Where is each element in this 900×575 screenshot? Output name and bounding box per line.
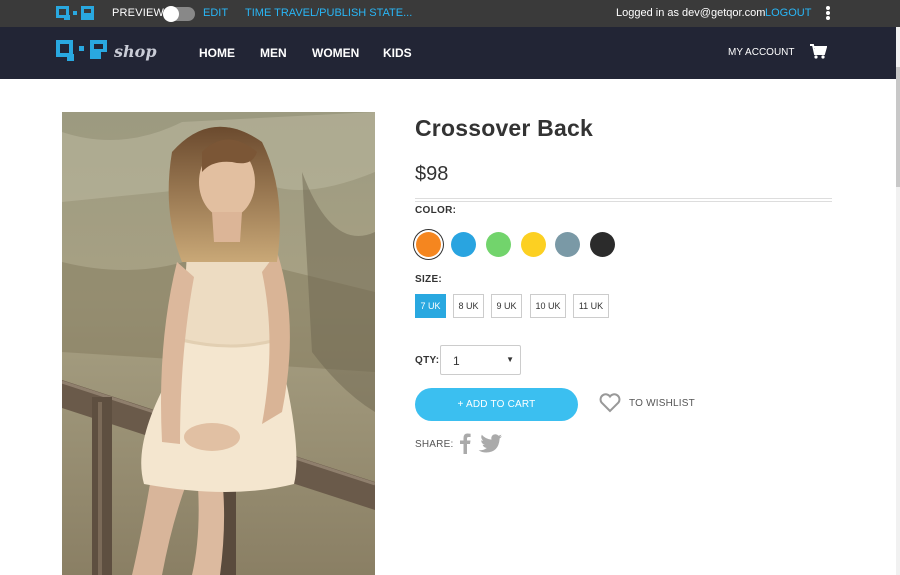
color-swatch-green[interactable] <box>486 232 511 257</box>
admin-toolbar: PREVIEW EDIT TIME TRAVEL/PUBLISH STATE..… <box>0 0 900 27</box>
logged-in-text: Logged in as dev@getqor.com <box>616 7 766 19</box>
edit-link[interactable]: EDIT <box>203 7 228 19</box>
nav-home[interactable]: HOME <box>199 46 235 60</box>
nav-kids[interactable]: KIDS <box>383 46 412 60</box>
color-swatch-slate[interactable] <box>555 232 580 257</box>
color-swatch-black[interactable] <box>590 232 615 257</box>
heart-icon[interactable] <box>599 393 621 413</box>
logout-link[interactable]: LOGOUT <box>765 7 811 19</box>
shopping-cart-icon[interactable] <box>810 44 827 59</box>
size-label: SIZE: <box>415 274 443 285</box>
toggle-knob <box>163 6 179 22</box>
brand-shop-text: shop <box>114 42 157 61</box>
color-swatch-blue[interactable] <box>451 232 476 257</box>
quantity-value: 1 <box>453 354 460 368</box>
scrollbar-thumb[interactable] <box>896 67 900 187</box>
wishlist-link[interactable]: TO WISHLIST <box>629 398 695 409</box>
size-option[interactable]: 9 UK <box>491 294 522 318</box>
chevron-down-icon: ▼ <box>506 355 514 364</box>
preview-label: PREVIEW <box>112 7 165 19</box>
size-option[interactable]: 10 UK <box>530 294 566 318</box>
kebab-menu-icon[interactable] <box>826 6 832 21</box>
color-swatch-orange[interactable] <box>416 232 441 257</box>
quantity-select[interactable]: 1 ▼ <box>440 345 521 375</box>
qor-brand-logo-icon[interactable] <box>56 40 114 66</box>
size-option[interactable]: 8 UK <box>453 294 484 318</box>
share-label: SHARE: <box>415 439 454 450</box>
product-title: Crossover Back <box>415 115 593 141</box>
qor-logo-icon[interactable] <box>56 6 94 21</box>
product-image <box>62 112 375 575</box>
divider <box>415 198 832 202</box>
facebook-icon[interactable] <box>459 433 471 454</box>
size-option[interactable]: 11 UK <box>573 294 609 318</box>
product-price: $98 <box>415 163 449 185</box>
twitter-icon[interactable] <box>478 434 502 453</box>
color-label: COLOR: <box>415 205 457 216</box>
main-navbar: shop HOME MEN WOMEN KIDS MY ACCOUNT <box>0 27 896 79</box>
nav-women[interactable]: WOMEN <box>312 46 359 60</box>
add-to-cart-button[interactable]: + ADD TO CART <box>415 388 578 421</box>
size-option[interactable]: 7 UK <box>415 294 446 318</box>
qty-label: QTY: <box>415 355 440 366</box>
preview-toggle[interactable] <box>163 6 195 22</box>
page-scrollbar[interactable] <box>896 27 900 575</box>
my-account-link[interactable]: MY ACCOUNT <box>728 47 795 58</box>
nav-men[interactable]: MEN <box>260 46 287 60</box>
time-travel-link[interactable]: TIME TRAVEL/PUBLISH STATE... <box>245 7 412 19</box>
color-swatch-yellow[interactable] <box>521 232 546 257</box>
